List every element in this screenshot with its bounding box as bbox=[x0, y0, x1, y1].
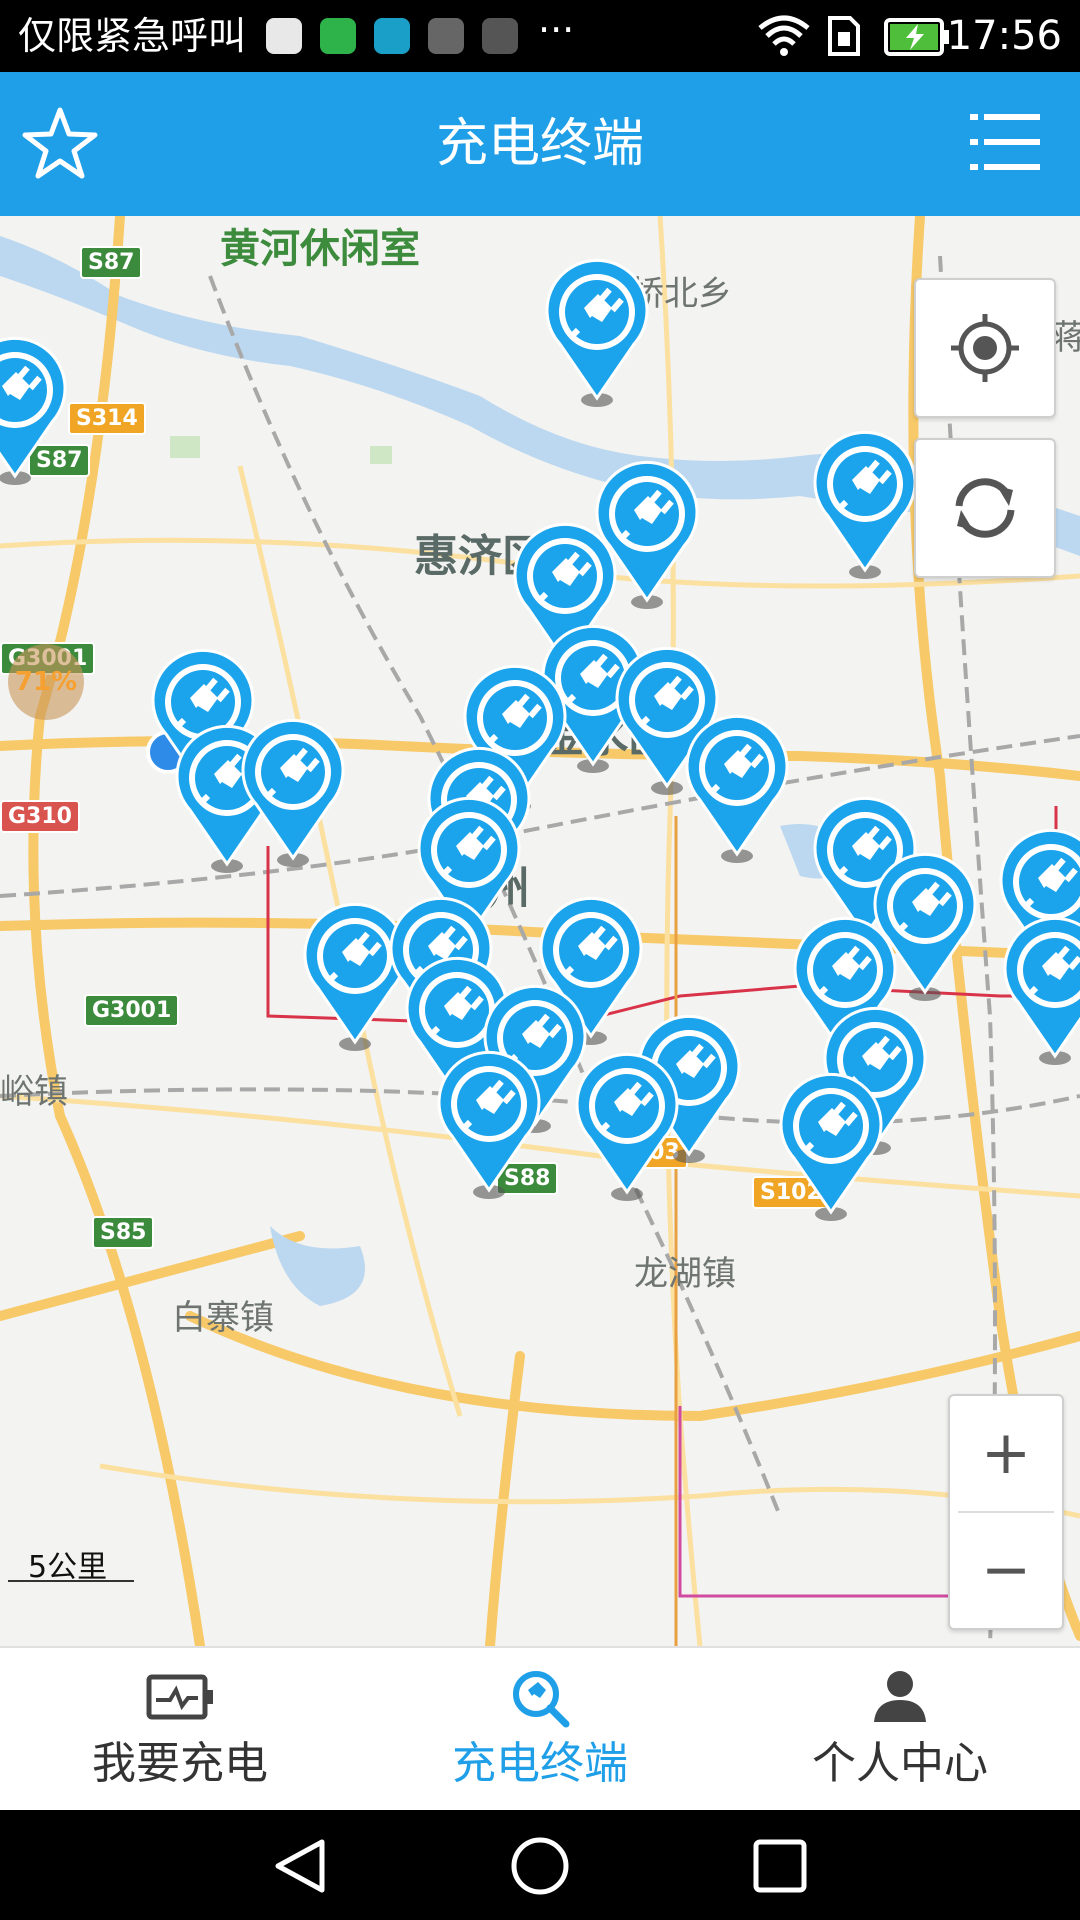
recents-icon[interactable] bbox=[752, 1838, 808, 1894]
nav-terminals-label: 充电终端 bbox=[452, 1738, 628, 1789]
battery-charging-icon bbox=[884, 18, 949, 56]
charger-pin[interactable] bbox=[572, 1052, 682, 1202]
charger-pin[interactable] bbox=[238, 718, 348, 868]
nav-charge-label: 我要充电 bbox=[92, 1738, 268, 1789]
sim-icon bbox=[828, 16, 860, 56]
crosshair-icon bbox=[951, 314, 1019, 382]
app-header: 充电终端 bbox=[0, 72, 1080, 216]
home-icon[interactable] bbox=[510, 1836, 570, 1896]
refresh-button[interactable] bbox=[914, 438, 1056, 578]
wifi-icon bbox=[758, 15, 810, 56]
map-view[interactable]: 黄河休闲室 桥北乡 惠济区 金水区 州 区 峪镇 龙湖镇 白寨镇 蒋 S87 S… bbox=[0, 216, 1080, 1646]
app-icon-location bbox=[428, 18, 464, 54]
zoom-control: + − bbox=[948, 1394, 1064, 1630]
road-s314: S314 bbox=[68, 402, 146, 435]
charger-pin[interactable] bbox=[776, 1072, 886, 1222]
app-icon-ie bbox=[320, 18, 356, 54]
back-icon[interactable] bbox=[270, 1838, 330, 1894]
charger-pin[interactable] bbox=[434, 1050, 544, 1200]
place-cang: 蒋 bbox=[1052, 318, 1080, 358]
clock: 17:56 bbox=[946, 13, 1062, 59]
refresh-icon bbox=[955, 478, 1015, 538]
status-bar: 仅限紧急呼叫 ··· 17:56 bbox=[0, 0, 1080, 72]
charger-pin[interactable] bbox=[682, 714, 792, 864]
scale-bar: 5公里 bbox=[8, 1542, 134, 1585]
person-icon bbox=[874, 1671, 926, 1722]
nav-profile-label: 个人中心 bbox=[812, 1738, 988, 1789]
charger-pin[interactable] bbox=[0, 336, 70, 486]
more-notifications-icon: ··· bbox=[538, 8, 575, 52]
charger-pin[interactable] bbox=[810, 430, 920, 580]
nav-charge[interactable]: 我要充电 bbox=[0, 1648, 360, 1812]
place-longhu: 龙湖镇 bbox=[634, 1254, 736, 1294]
place-baizhai: 白寨镇 bbox=[172, 1298, 274, 1338]
carrier-text: 仅限紧急呼叫 bbox=[18, 14, 247, 58]
charging-monitor-icon bbox=[146, 1674, 213, 1720]
zoom-out-button[interactable]: − bbox=[950, 1513, 1062, 1627]
list-menu-icon[interactable] bbox=[968, 108, 1042, 176]
zoom-in-button[interactable]: + bbox=[950, 1396, 1062, 1510]
page-title: 充电终端 bbox=[435, 114, 644, 174]
scale-label: 5公里 bbox=[28, 1550, 108, 1585]
bottom-navigation: 我要充电 充电终端 个人中心 bbox=[0, 1646, 1080, 1812]
nav-terminals[interactable]: 充电终端 bbox=[360, 1648, 720, 1812]
road-g310: G310 bbox=[0, 800, 80, 833]
road-s87-top: S87 bbox=[80, 246, 143, 279]
place-yuzhen: 峪镇 bbox=[0, 1072, 68, 1112]
locate-button[interactable] bbox=[914, 278, 1056, 418]
cluster-marker[interactable]: 71% bbox=[8, 644, 84, 720]
charger-pin[interactable] bbox=[542, 258, 652, 408]
nav-profile[interactable]: 个人中心 bbox=[720, 1648, 1080, 1812]
app-icon-browser bbox=[266, 18, 302, 54]
road-g3001-bottom: G3001 bbox=[84, 994, 180, 1027]
system-navigation-bar bbox=[0, 1810, 1080, 1920]
app-icon-moon bbox=[374, 18, 410, 54]
road-s85: S85 bbox=[92, 1216, 155, 1249]
charger-search-icon bbox=[513, 1671, 570, 1728]
charger-pin[interactable] bbox=[1000, 916, 1080, 1066]
app-icon-usb bbox=[482, 18, 518, 54]
place-huanghe: 黄河休闲室 bbox=[220, 226, 420, 272]
